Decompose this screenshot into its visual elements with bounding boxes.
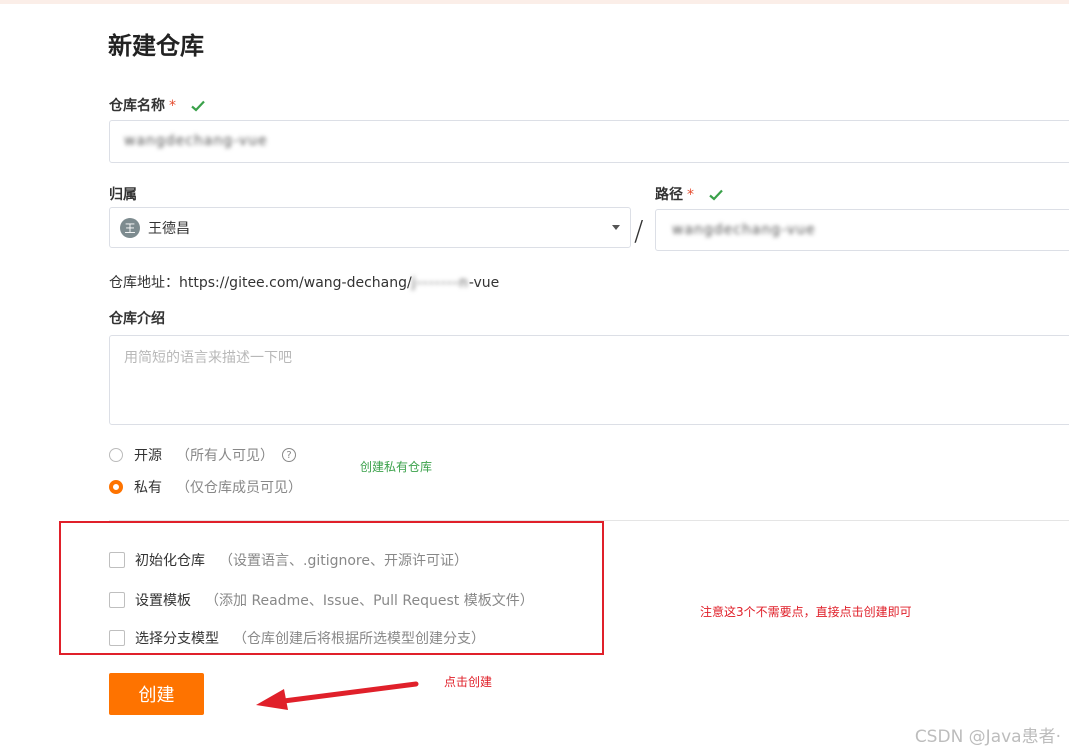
radio-private[interactable] [109,480,123,494]
help-icon[interactable]: ? [282,448,296,462]
visibility-public-hint: （所有人可见） [176,448,274,464]
owner-select[interactable]: 王 王德昌 [109,207,631,248]
owner-value: 王德昌 [148,221,190,237]
option-set-template-hint: （添加 Readme、Issue、Pull Request 模板文件） [205,593,534,609]
visibility-public-option[interactable]: 开源 （所有人可见） ? [109,445,296,465]
repo-address-url-prefix: https://gitee.com/wang-dechang/ [179,275,412,291]
annotation-create-note: 点击创建 [444,675,493,689]
annotation-private-note: 创建私有仓库 [360,460,433,474]
annotation-options-note: 注意这3个不需要点，直接点击创建即可 [700,605,912,619]
option-set-template-label: 设置模板 [135,593,191,609]
path-input[interactable]: wangdechang-vue [655,209,1069,251]
required-mark: * [687,187,694,203]
description-label: 仓库介绍 [109,311,165,327]
option-branch-model-label: 选择分支模型 [135,631,219,647]
chevron-down-icon [612,225,620,230]
path-label-text: 路径 [655,187,683,203]
option-branch-model[interactable]: 选择分支模型 （仓库创建后将根据所选模型创建分支） [109,628,485,648]
repo-name-value: wangdechang-vue [124,133,268,149]
repo-name-input[interactable]: wangdechang-vue [109,120,1069,163]
owner-label: 归属 [109,187,137,203]
radio-public[interactable] [109,448,123,462]
top-accent-line [0,0,1069,4]
option-init-repo-hint: （设置语言、.gitignore、开源许可证） [219,553,468,569]
path-separator: / [634,214,644,247]
repo-address-label: 仓库地址： [109,275,179,291]
option-branch-model-hint: （仓库创建后将根据所选模型创建分支） [233,631,485,647]
option-init-repo[interactable]: 初始化仓库 （设置语言、.gitignore、开源许可证） [109,550,468,570]
page-title: 新建仓库 [108,32,204,60]
annotation-arrow-icon [256,681,419,710]
visibility-private-label: 私有 [134,480,162,496]
create-button[interactable]: 创建 [109,673,204,715]
repo-address-url-suffix: -vue [468,275,500,291]
checkbox-init-repo[interactable] [109,552,125,568]
valid-check-icon [191,100,205,116]
visibility-public-label: 开源 [134,448,162,464]
required-mark: * [169,98,176,114]
option-init-repo-label: 初始化仓库 [135,553,205,569]
repo-name-label: 仓库名称 * [109,95,205,116]
avatar: 王 [120,218,140,238]
checkbox-set-template[interactable] [109,592,125,608]
visibility-private-option[interactable]: 私有 （仅仓库成员可见） [109,477,302,497]
path-label: 路径 * [655,184,723,205]
repo-address: 仓库地址：https://gitee.com/wang-dechang/j---… [109,272,499,292]
valid-check-icon [709,189,723,205]
checkbox-branch-model[interactable] [109,630,125,646]
repo-address-url-blurred: j-------n [411,275,469,291]
option-set-template[interactable]: 设置模板 （添加 Readme、Issue、Pull Request 模板文件） [109,590,534,610]
path-value: wangdechang-vue [672,222,816,238]
description-textarea[interactable]: 用简短的语言来描述一下吧 [109,335,1069,425]
watermark: CSDN @Java患者· [914,727,1061,747]
description-placeholder: 用简短的语言来描述一下吧 [124,350,292,366]
visibility-private-hint: （仅仓库成员可见） [176,480,302,496]
repo-name-label-text: 仓库名称 [109,98,165,114]
